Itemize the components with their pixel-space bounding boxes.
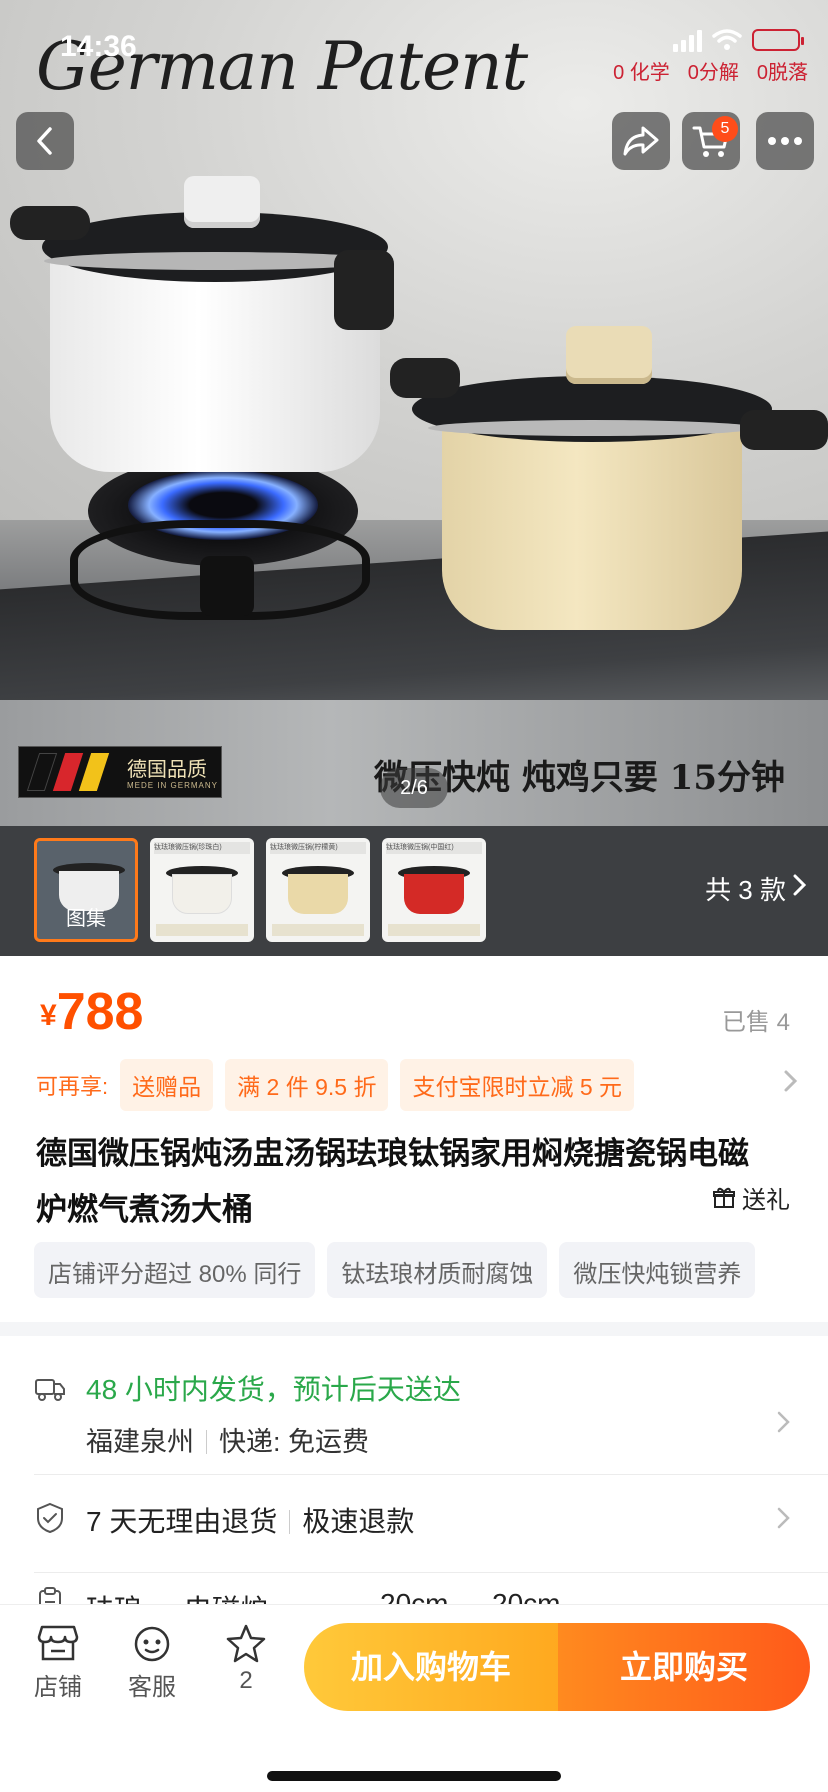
price: ¥788 xyxy=(40,982,143,1042)
returns-row[interactable]: 7 天无理由退货 极速退款 xyxy=(0,1494,828,1554)
service-smiley-icon xyxy=(134,1626,170,1662)
thumbnail-gallery[interactable]: 图集 xyxy=(34,838,138,942)
add-to-cart-button[interactable]: 加入购物车 xyxy=(304,1623,558,1711)
german-quality-badge: 德国品质 MEDE IN GERMANY xyxy=(18,746,222,798)
returns-text: 7 天无理由退货 极速退款 xyxy=(86,1500,414,1540)
gift-icon xyxy=(713,1187,735,1208)
red-pot-thumb xyxy=(404,874,464,914)
chevron-left-icon xyxy=(37,127,52,155)
quality-badge-subtitle: MEDE IN GERMANY xyxy=(127,781,219,790)
shield-check-icon xyxy=(37,1502,63,1534)
gift-button[interactable]: 送礼 xyxy=(712,1180,790,1215)
cream-pot xyxy=(442,430,742,630)
delivery-truck-icon xyxy=(35,1379,65,1401)
cream-pot-handle-right xyxy=(740,410,828,450)
section-divider xyxy=(0,1322,828,1336)
cream-pot-rim xyxy=(428,420,756,436)
shipping-estimate: 48 小时内发货，预计后天送达 xyxy=(86,1374,461,1405)
more-button[interactable] xyxy=(756,112,814,170)
sold-count: 已售 4 xyxy=(721,1009,790,1036)
cream-pot-valve xyxy=(566,326,652,384)
battery-low-icon xyxy=(752,29,804,51)
product-title: 德国微压锅炖汤盅汤锅珐琅钛锅家用焖烧搪瓷锅电磁炉燃气煮汤大桶 xyxy=(36,1136,749,1227)
store-icon xyxy=(37,1625,79,1661)
stove-knob xyxy=(200,556,254,616)
chevron-right-icon xyxy=(777,1411,790,1433)
favorite-button[interactable]: 2 xyxy=(206,1623,286,1695)
variant-count-link[interactable]: 共 3 款 xyxy=(705,870,786,907)
buy-now-button[interactable]: 立即购买 xyxy=(558,1623,810,1711)
promo-tag-discount[interactable]: 满 2 件 9.5 折 xyxy=(225,1059,389,1111)
white-pot-valve xyxy=(184,176,260,228)
cellular-signal-icon xyxy=(673,28,702,52)
quality-badge-title: 德国品质 xyxy=(127,757,207,781)
favorite-count: 2 xyxy=(239,1667,253,1694)
ship-express: 快递: 免运费 xyxy=(219,1427,370,1457)
promotion-lead-label: 可再享: xyxy=(36,1074,109,1099)
currency-symbol: ¥ xyxy=(40,999,57,1032)
share-button[interactable] xyxy=(612,112,670,170)
star-icon xyxy=(226,1624,266,1663)
feature-tag: 微压快炖锁营养 xyxy=(559,1242,756,1298)
chevron-right-icon xyxy=(777,1507,790,1529)
row-divider xyxy=(34,1474,828,1475)
white-pot-handle-left xyxy=(10,206,90,240)
store-button[interactable]: 店铺 xyxy=(18,1623,98,1702)
wifi-icon xyxy=(712,29,742,50)
yellow-pot-thumb xyxy=(288,874,348,914)
variant-thumbnail-strip: 图集 钛珐琅微压锅(珍珠白) 钛珐琅微压锅(柠檬黄) 钛珐琅微压锅(中国红) 共… xyxy=(0,826,828,956)
thumbnail-label: 图集 xyxy=(66,908,106,930)
promo-tag-gift[interactable]: 送赠品 xyxy=(120,1059,214,1111)
cart-count-badge: 5 xyxy=(712,116,738,142)
shipping-row[interactable]: 48 小时内发货，预计后天送达 福建泉州 快递: 免运费 xyxy=(0,1368,828,1478)
thumbnail-lemon-yellow[interactable]: 钛珐琅微压锅(柠檬黄) xyxy=(266,838,370,942)
image-page-indicator: 2/6 xyxy=(380,768,448,808)
white-pot-thumb xyxy=(172,874,232,914)
chevron-right-icon xyxy=(793,874,807,896)
home-indicator xyxy=(267,1771,561,1781)
thumbnail-caption: 钛珐琅微压锅(珍珠白) xyxy=(154,842,250,854)
feature-tag: 钛珐琅材质耐腐蚀 xyxy=(327,1242,548,1298)
service-label: 客服 xyxy=(128,1674,176,1701)
watermark-overlay: 0 化学 0分解 0脱落 xyxy=(613,56,808,85)
overlay-item: 0分解 xyxy=(687,62,739,84)
promo-tag-alipay[interactable]: 支付宝限时立减 5 元 xyxy=(400,1059,635,1111)
thumbnail-caption: 钛珐琅微压锅(柠檬黄) xyxy=(270,842,366,854)
white-pot xyxy=(50,262,380,472)
thumbnail-pearl-white[interactable]: 钛珐琅微压锅(珍珠白) xyxy=(150,838,254,942)
thumbnail-china-red[interactable]: 钛珐琅微压锅(中国红) xyxy=(382,838,486,942)
share-icon xyxy=(623,126,659,156)
store-label: 店铺 xyxy=(34,1674,82,1701)
promotion-row[interactable]: 可再享: 送赠品 满 2 件 9.5 折 支付宝限时立减 5 元 xyxy=(36,1059,806,1111)
overlay-item: 0脱落 xyxy=(756,62,808,84)
feature-tags: 店铺评分超过 80% 同行 钛珐琅材质耐腐蚀 微压快炖锁营养 xyxy=(34,1242,828,1298)
more-dots-icon xyxy=(768,137,802,145)
ship-origin: 福建泉州 xyxy=(86,1427,194,1457)
status-indicators xyxy=(673,28,804,52)
back-button[interactable] xyxy=(16,112,74,170)
feature-tag: 店铺评分超过 80% 同行 xyxy=(34,1242,316,1298)
german-flag-icon xyxy=(25,753,125,791)
cream-pot-handle-left xyxy=(390,358,460,398)
chevron-right-icon xyxy=(784,1070,798,1092)
status-time: 14:36 xyxy=(60,30,137,63)
refund-policy: 极速退款 xyxy=(302,1506,415,1537)
return-policy: 7 天无理由退货 xyxy=(86,1506,278,1537)
cart-button[interactable]: 5 xyxy=(682,112,740,170)
overlay-item: 0 化学 xyxy=(613,62,670,84)
customer-service-button[interactable]: 客服 xyxy=(112,1623,192,1702)
product-image-carousel[interactable]: German Patent 德国品质 MEDE IN GERMANY 微压快炖 … xyxy=(0,0,828,826)
thumbnail-caption: 钛珐琅微压锅(中国红) xyxy=(386,842,482,854)
price-amount: 788 xyxy=(56,983,144,1041)
white-pot-handle-right xyxy=(334,250,394,330)
bottom-action-bar: 店铺 客服 2 加入购物车 立即购买 xyxy=(0,1604,828,1792)
gift-label: 送礼 xyxy=(742,1187,790,1214)
shipping-details: 福建泉州 快递: 免运费 xyxy=(86,1420,369,1459)
